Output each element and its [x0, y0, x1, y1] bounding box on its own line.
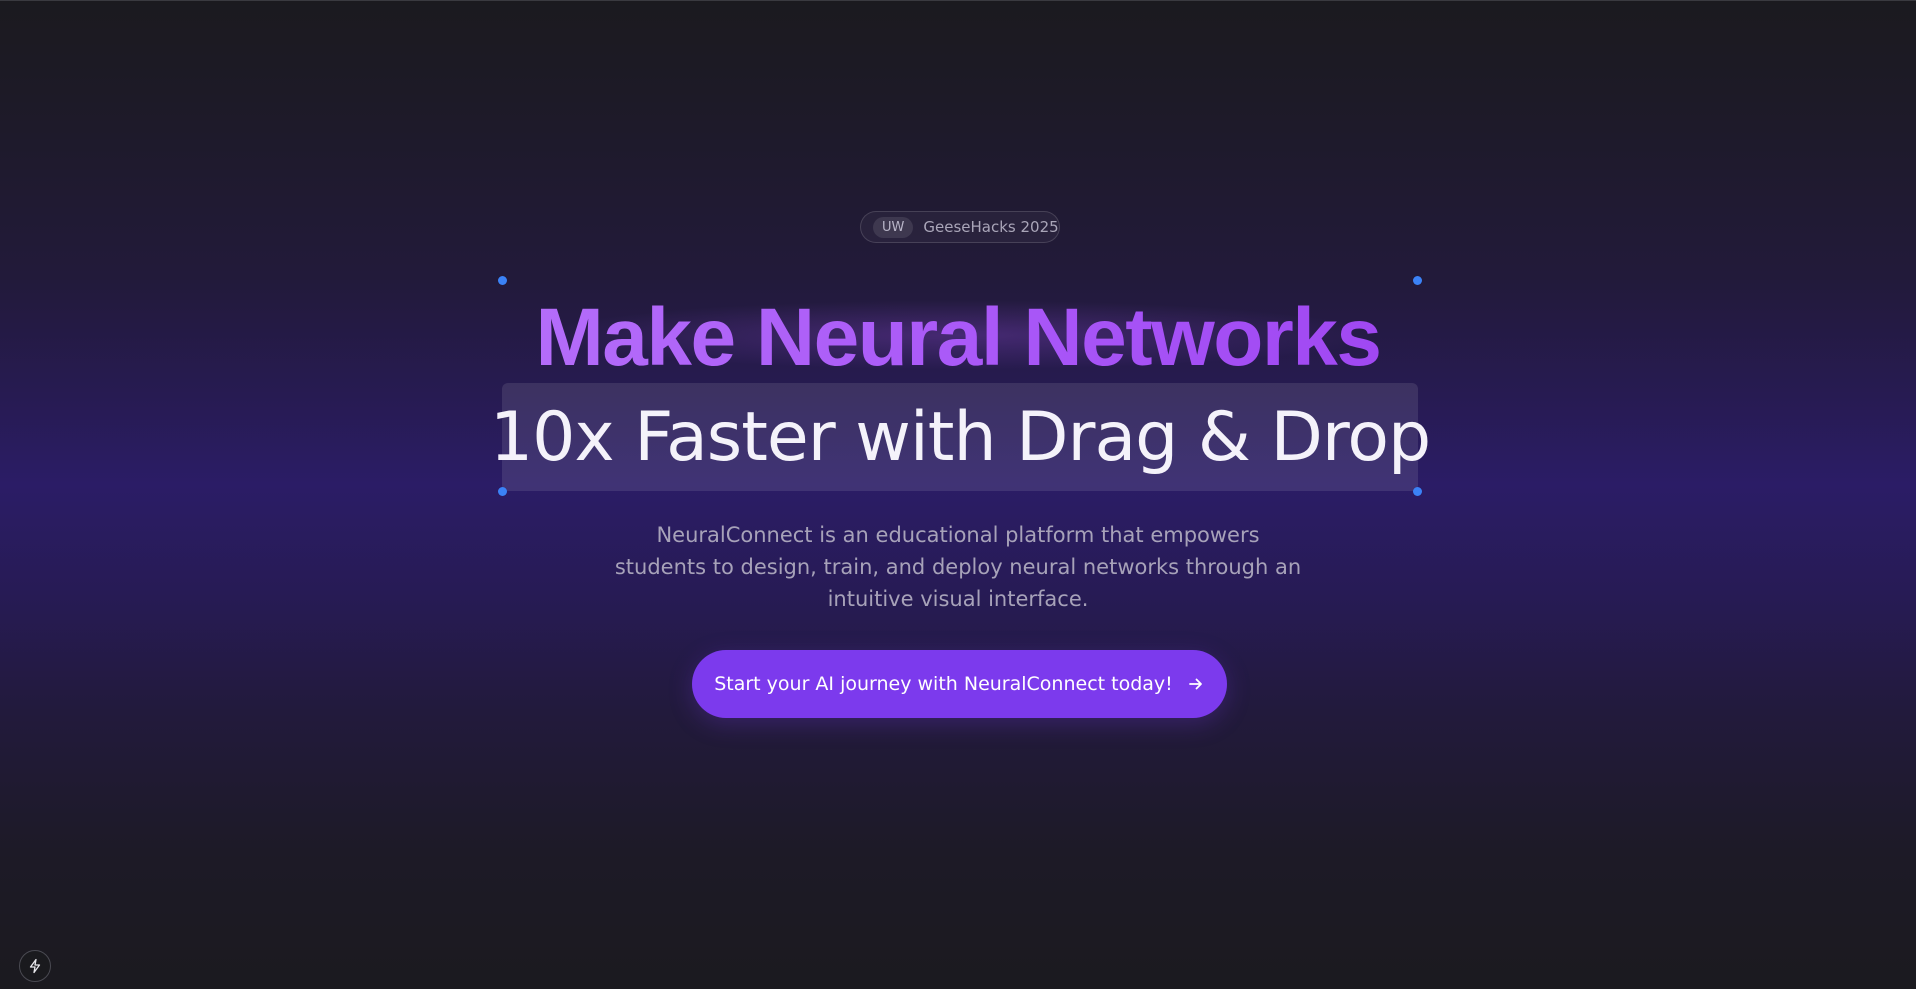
badge-tag: UW — [873, 216, 914, 238]
selection-handle-top-right[interactable] — [1413, 276, 1422, 285]
selection-handle-bottom-right[interactable] — [1413, 487, 1422, 496]
cta-button-label: Start your AI journey with NeuralConnect… — [714, 673, 1173, 695]
hero-description: NeuralConnect is an educational platform… — [614, 523, 1302, 611]
arrow-right-icon — [1187, 675, 1205, 693]
page-background — [0, 0, 1916, 989]
lightning-icon — [27, 958, 43, 974]
lightning-button[interactable] — [19, 950, 51, 982]
event-badge: UW GeeseHacks 2025 — [860, 211, 1060, 243]
badge-text: GeeseHacks 2025 — [923, 218, 1059, 236]
top-divider — [0, 0, 1916, 1]
cta-button[interactable]: Start your AI journey with NeuralConnect… — [692, 650, 1227, 718]
selection-handle-top-left[interactable] — [498, 276, 507, 285]
selection-handle-bottom-left[interactable] — [498, 487, 507, 496]
hero-headline: Make Neural Networks — [0, 290, 1916, 386]
hero-subheadline[interactable]: 10x Faster with Drag & Drop — [490, 383, 1431, 491]
